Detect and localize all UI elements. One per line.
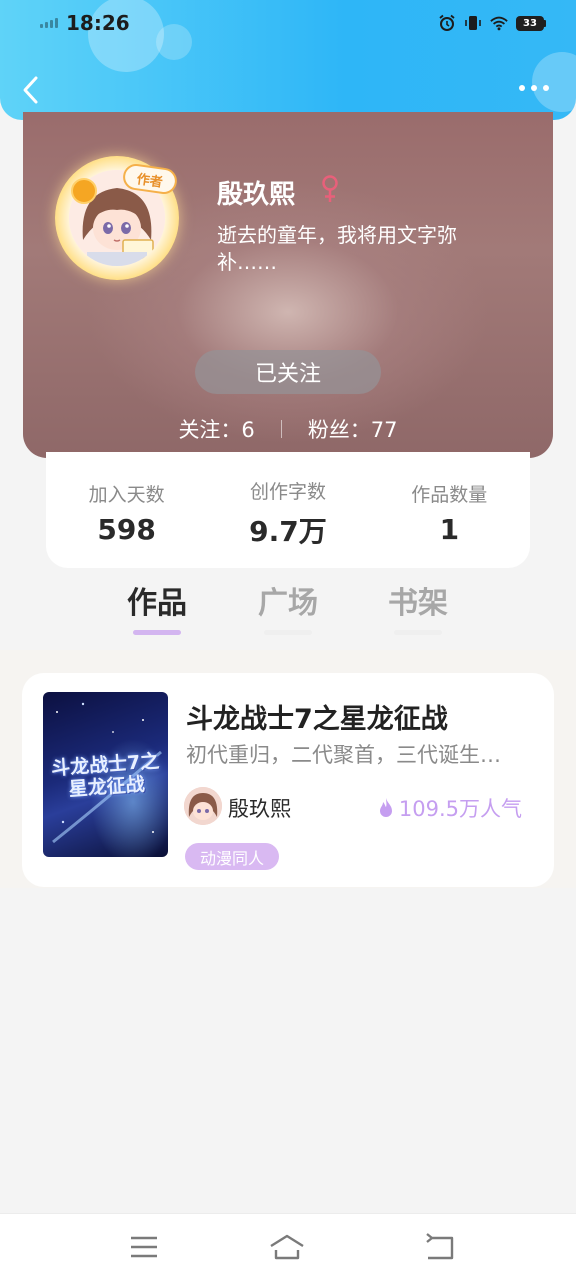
more-options-icon[interactable]: [518, 80, 550, 96]
tab-bookshelf[interactable]: 书架: [368, 578, 468, 635]
profile-card: 作者 殷玖熙 逝去的童年，我将用文字弥补…… 已关注 关注：6 粉丝：77: [23, 112, 553, 458]
author-avatar-small: [184, 787, 222, 825]
battery-icon: 33: [516, 15, 546, 31]
cover-title: 斗龙战士7之星龙征战: [50, 750, 160, 801]
divider: [280, 420, 282, 438]
stat-label: 加入天数: [88, 484, 165, 506]
fans-count[interactable]: 粉丝：77: [308, 414, 398, 444]
back-arrow-icon[interactable]: [18, 72, 44, 108]
popularity: 109.5万人气: [377, 793, 522, 823]
follow-stats: 关注：6 粉丝：77: [23, 412, 553, 446]
tab-square[interactable]: 广场: [238, 578, 338, 635]
tab-indicator: [394, 630, 442, 635]
fire-icon: [379, 798, 392, 817]
status-time: 18:26: [66, 11, 130, 35]
stat-word-count: 创作字数 9.7万: [218, 477, 358, 550]
battery-level: 33: [516, 15, 544, 31]
vibrate-icon: [465, 16, 481, 30]
female-icon: [322, 175, 338, 202]
status-bar: 18:26 33: [0, 0, 576, 44]
tab-label: 书架: [388, 586, 448, 621]
system-nav-bar: [0, 1213, 576, 1280]
tab-indicator: [264, 630, 312, 635]
follow-button[interactable]: 已关注: [195, 350, 381, 394]
stat-label: 作品数量: [411, 484, 488, 506]
popularity-value: 109.5万人气: [398, 797, 522, 821]
author-profile-page: 18:26 33 作者 殷玖熙 逝去的童年，我将用文字弥补…… 已关注 关注：6…: [0, 0, 576, 1280]
following-count[interactable]: 关注：6: [178, 414, 254, 444]
wifi-icon: [490, 16, 508, 31]
work-description: 初代重归，二代聚首，三代诞生……: [186, 743, 518, 767]
work-card[interactable]: 斗龙战士7之星龙征战 斗龙战士7之星龙征战 初代重归，二代聚首，三代诞生…… 殷…: [22, 673, 554, 887]
stat-join-days: 加入天数 598: [57, 480, 197, 546]
stat-label: 创作字数: [249, 480, 326, 503]
user-bio: 逝去的童年，我将用文字弥补……: [217, 223, 457, 274]
stat-value: 9.7万: [249, 514, 327, 548]
back-nav-icon[interactable]: [422, 1232, 458, 1262]
menu-icon[interactable]: [126, 1232, 162, 1262]
alarm-icon: [439, 14, 455, 31]
stat-value: 598: [97, 513, 156, 546]
signal-icon: [40, 16, 60, 28]
author-avatar-frame[interactable]: 作者: [55, 156, 179, 280]
stat-value: 1: [439, 513, 460, 546]
work-title[interactable]: 斗龙战士7之星龙征战: [186, 697, 448, 736]
home-icon[interactable]: [269, 1232, 305, 1262]
tab-indicator: [133, 630, 181, 635]
author-badge-dot: [71, 178, 97, 204]
tab-label: 作品: [127, 586, 187, 621]
genre-tag[interactable]: 动漫同人: [185, 843, 280, 870]
header-bar: 18:26 33: [0, 0, 576, 120]
stats-card: 加入天数 598 创作字数 9.7万 作品数量 1: [46, 452, 530, 568]
user-name: 殷玖熙: [217, 180, 296, 210]
stat-work-count: 作品数量 1: [379, 480, 519, 546]
tab-label: 广场: [258, 586, 318, 621]
profile-tabs: 作品 广场 书架: [0, 578, 576, 648]
book-cover[interactable]: 斗龙战士7之星龙征战: [43, 692, 168, 857]
status-icons: 33: [438, 12, 546, 34]
work-author-name: 殷玖熙: [228, 797, 291, 821]
tab-works[interactable]: 作品: [107, 578, 207, 635]
